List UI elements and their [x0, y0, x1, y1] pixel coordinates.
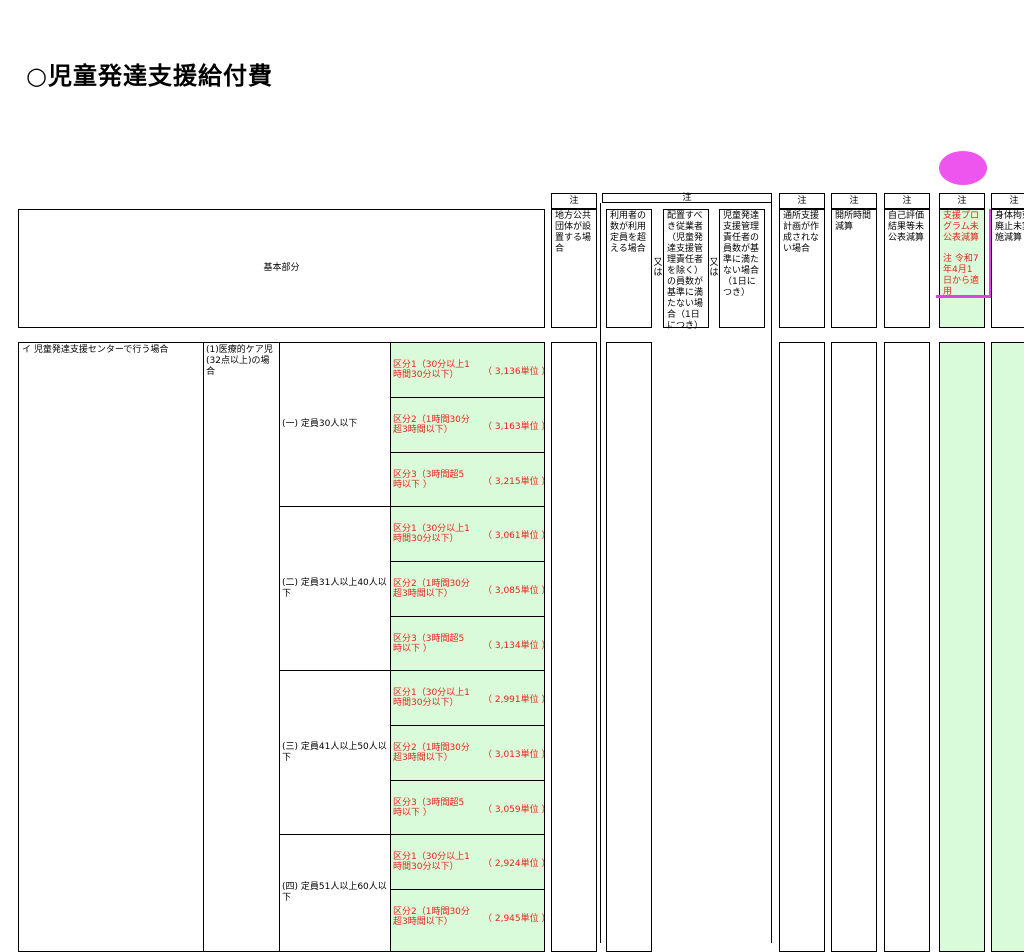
- header-col-restraint: 身体拘束廃止未実施減算: [991, 209, 1024, 328]
- base-section-label: 基本部分: [263, 263, 300, 273]
- group-label: (一) 定員30人以下: [282, 419, 358, 429]
- rate-code: 区分1（30分以上1時間30分以下）: [393, 688, 470, 708]
- note-label: 注: [831, 193, 877, 209]
- rate-row: 区分1（30分以上1時間30分以下） （ 3,061単位 ）: [390, 506, 551, 562]
- rate-code: 区分3（3時間超5時以下 ）: [393, 634, 465, 654]
- rate-row: 区分2（1時間30分超3時間以下） （ 3,013単位 ）: [390, 725, 551, 781]
- adjust-col-hours: [831, 342, 877, 952]
- highlight-marker: [936, 209, 992, 298]
- base-section-header: 基本部分: [18, 209, 545, 328]
- rate-row: 区分1（30分以上1時間30分以下） （ 2,991単位 ）: [390, 670, 551, 726]
- adjust-col-over-capacity: [606, 342, 652, 952]
- rate-unit: （ 3,061単位 ）: [483, 531, 551, 541]
- rate-row: 区分1（30分以上1時間30分以下） （ 3,136単位 ）: [390, 342, 551, 398]
- header-col-manager-shortage: 児童発達支援管理責任者の員数が基準に満たない場合（1日につき）: [719, 209, 765, 328]
- note-group-divider: [771, 203, 772, 943]
- category-label: イ 児童発達支援センターで行う場合: [22, 345, 169, 355]
- rate-row: 区分3（3時間超5時以下 ） （ 3,059単位 ）: [390, 780, 551, 835]
- note-label-group: 注: [602, 193, 772, 203]
- rate-code: 区分2（1時間30分超3時間以下）: [393, 907, 470, 927]
- header-col-hours-reduction: 開所時間減算: [831, 209, 877, 328]
- header-col-municipal: 地方公共団体が設置する場合: [551, 209, 597, 328]
- group-cell: (二) 定員31人以上40人以下: [279, 506, 391, 671]
- rate-unit: （ 3,136単位 ）: [483, 367, 551, 377]
- rate-code: 区分2（1時間30分超3時間以下）: [393, 743, 470, 763]
- rate-row: 区分2（1時間30分超3時間以下） （ 2,945単位 ）: [390, 889, 551, 952]
- rate-row: 区分2（1時間30分超3時間以下） （ 3,085単位 ）: [390, 561, 551, 617]
- note-label: 注: [779, 193, 825, 209]
- adjust-col-no-plan: [779, 342, 825, 952]
- adjust-col-municipal: [551, 342, 597, 952]
- group-label: (四) 定員51人以上60人以下: [282, 882, 387, 903]
- rate-code: 区分3（3時間超5時以下 ）: [393, 470, 465, 490]
- header-col-self-evaluation: 自己評価結果等未公表減算: [884, 209, 930, 328]
- group-label: (二) 定員31人以上40人以下: [282, 577, 387, 599]
- header-col-over-capacity: 利用者の数が利用定員を超える場合: [606, 209, 652, 328]
- or-label: 又は: [709, 258, 719, 278]
- rate-unit: （ 3,013単位 ）: [483, 750, 551, 760]
- group-label: (三) 定員41人以上50人以下: [282, 741, 387, 763]
- rate-unit: （ 3,134単位 ）: [483, 641, 551, 651]
- rate-code: 区分1（30分以上1時間30分以下）: [393, 852, 470, 872]
- rate-unit: （ 3,059単位 ）: [483, 805, 551, 815]
- rate-row: 区分3（3時間超5時以下 ） （ 3,215単位 ）: [390, 452, 551, 507]
- note-label: 注: [884, 193, 930, 209]
- adjust-col-self-eval: [884, 342, 930, 952]
- rate-unit: （ 2,924単位 ）: [483, 859, 551, 869]
- page-title: ○児童発達支援給付費: [26, 62, 273, 90]
- note-label: 注: [939, 193, 985, 209]
- rate-code: 区分2（1時間30分超3時間以下）: [393, 579, 470, 599]
- rate-code: 区分2（1時間30分超3時間以下）: [393, 415, 470, 435]
- rate-code: 区分1（30分以上1時間30分以下）: [393, 524, 470, 544]
- group-cell: (三) 定員41人以上50人以下: [279, 670, 391, 835]
- subcategory-label: (1)医療的ケア児(32点以上)の場合: [206, 345, 273, 377]
- rate-unit: （ 3,085単位 ）: [483, 586, 551, 596]
- adjust-col-restraint: [991, 342, 1024, 952]
- note-group-divider: [600, 203, 601, 943]
- note-label: 注: [991, 193, 1024, 209]
- note-label: 注: [551, 193, 597, 209]
- rate-row: 区分2（1時間30分超3時間以下） （ 3,163単位 ）: [390, 397, 551, 453]
- rate-unit: （ 2,991単位 ）: [483, 695, 551, 705]
- header-col-no-plan: 通所支援計画が作成されない場合: [779, 209, 825, 328]
- rate-code: 区分1（30分以上1時間30分以下）: [393, 360, 470, 380]
- group-cell: (一) 定員30人以下: [279, 342, 391, 507]
- rate-unit: （ 3,163単位 ）: [483, 422, 551, 432]
- rate-row: 区分1（30分以上1時間30分以下） （ 2,924単位 ）: [390, 834, 551, 890]
- group-cell: (四) 定員51人以上60人以下: [279, 834, 391, 952]
- rate-code: 区分3（3時間超5時以下 ）: [393, 798, 465, 818]
- adjust-col-support-program: [939, 342, 985, 952]
- rate-row: 区分3（3時間超5時以下 ） （ 3,134単位 ）: [390, 616, 551, 671]
- subcategory-cell: (1)医療的ケア児(32点以上)の場合: [203, 342, 280, 952]
- highlight-dot-icon: [939, 151, 987, 185]
- or-label: 又は: [653, 258, 663, 278]
- header-col-staff-shortage: 配置すべき従業者（児童発達支援管理責任者を除く）の員数が基準に満たない場合（1日…: [663, 209, 709, 331]
- rate-unit: （ 2,945単位 ）: [483, 914, 551, 924]
- category-cell: イ 児童発達支援センターで行う場合: [18, 342, 204, 952]
- rate-unit: （ 3,215単位 ）: [483, 477, 551, 487]
